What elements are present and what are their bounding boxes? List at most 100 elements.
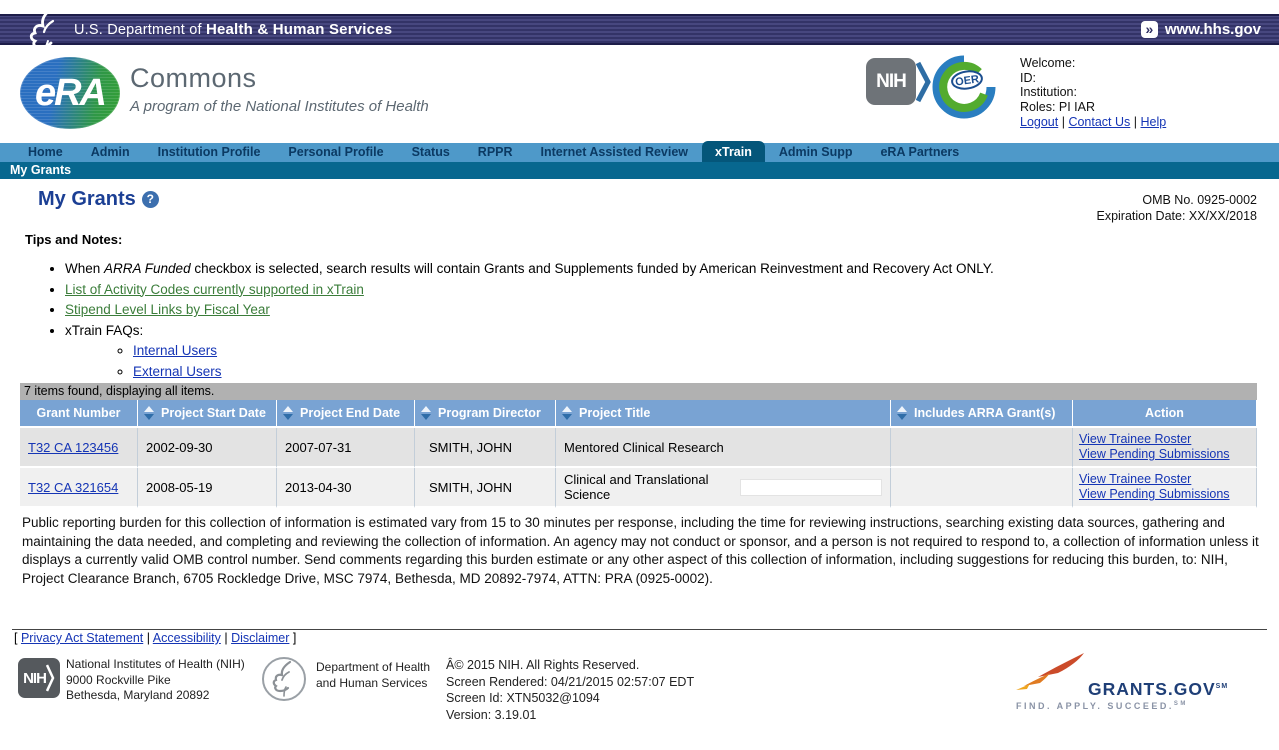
nih-footer-text: NIH bbox=[23, 669, 47, 687]
hhs-gov-link[interactable]: » www.hhs.gov bbox=[1140, 16, 1261, 43]
col-program-director[interactable]: Program Director bbox=[415, 400, 556, 428]
col-action: Action bbox=[1073, 400, 1257, 428]
footer-links: [ Privacy Act Statement | Accessibility … bbox=[14, 631, 296, 645]
col-includes-arra[interactable]: Includes ARRA Grant(s) bbox=[891, 400, 1073, 428]
sort-icon[interactable] bbox=[283, 406, 293, 420]
era-logo: eRA bbox=[20, 57, 120, 129]
nav-era-partners[interactable]: eRA Partners bbox=[866, 143, 973, 162]
tip-arra-post: checkbox is selected, search results wil… bbox=[190, 261, 994, 276]
burden-statement: Public reporting burden for this collect… bbox=[22, 515, 1259, 586]
nih-footer-chevron-icon bbox=[45, 664, 55, 692]
separator: | bbox=[1061, 115, 1065, 129]
nav-admin-supp[interactable]: Admin Supp bbox=[765, 143, 867, 162]
col-label: Grant Number bbox=[36, 406, 121, 420]
copyright: Â© 2015 NIH. All Rights Reserved. bbox=[446, 658, 640, 672]
commons-title: Commons bbox=[130, 63, 257, 93]
cell-director: SMITH, JOHN bbox=[415, 428, 556, 468]
tip-faqs: xTrain FAQs: Internal Users External Use… bbox=[65, 323, 1255, 381]
nav-admin[interactable]: Admin bbox=[77, 143, 144, 162]
tips-and-notes: Tips and Notes: When ARRA Funded checkbo… bbox=[25, 232, 1255, 384]
disclaimer-link[interactable]: Disclaimer bbox=[231, 631, 289, 645]
logout-link[interactable]: Logout bbox=[1020, 115, 1058, 129]
privacy-act-link[interactable]: Privacy Act Statement bbox=[21, 631, 143, 645]
results-summary: 7 items found, displaying all items. bbox=[20, 383, 1257, 400]
view-pending-submissions-link[interactable]: View Pending Submissions bbox=[1079, 487, 1230, 502]
version: Version: 3.19.01 bbox=[446, 707, 537, 722]
contact-us-link[interactable]: Contact Us bbox=[1068, 115, 1130, 129]
page-title: My Grants bbox=[38, 188, 136, 210]
nav-personal-profile[interactable]: Personal Profile bbox=[274, 143, 397, 162]
nav-internet-assisted-review[interactable]: Internet Assisted Review bbox=[527, 143, 703, 162]
separator: | bbox=[1133, 115, 1138, 129]
col-project-start-date[interactable]: Project Start Date bbox=[138, 400, 277, 428]
sort-icon[interactable] bbox=[897, 406, 907, 420]
service-mark: SM bbox=[1215, 683, 1229, 691]
nih-address: National Institutes of Health (NIH) 9000… bbox=[66, 657, 245, 704]
grants-gov-swoosh-icon bbox=[1016, 653, 1084, 690]
sort-icon[interactable] bbox=[421, 406, 431, 420]
col-label: Project Title bbox=[579, 406, 651, 420]
tagline-text: FIND. APPLY. SUCCEED. bbox=[1016, 701, 1174, 711]
view-trainee-roster-link[interactable]: View Trainee Roster bbox=[1079, 432, 1191, 447]
hhs-dept-label: Department of Health and Human Services bbox=[316, 660, 430, 691]
accessibility-link[interactable]: Accessibility bbox=[153, 631, 221, 645]
nav-xtrain-active[interactable]: xTrain bbox=[702, 141, 765, 162]
sort-icon[interactable] bbox=[144, 406, 154, 420]
nav-rppr[interactable]: RPPR bbox=[464, 143, 527, 162]
cell-arra bbox=[891, 428, 1073, 468]
sort-icon[interactable] bbox=[562, 406, 572, 420]
grants-gov-logo[interactable]: GRANTS.GOVSM FIND. APPLY. SUCCEED.SM bbox=[1012, 653, 1242, 717]
id-label: ID: bbox=[1020, 70, 1036, 85]
col-label: Includes ARRA Grant(s) bbox=[914, 406, 1056, 420]
grant-link[interactable]: T32 CA 321654 bbox=[28, 480, 118, 495]
omb-info: OMB No. 0925-0002 Expiration Date: XX/XX… bbox=[1096, 192, 1257, 224]
faq-label: xTrain FAQs: bbox=[65, 322, 144, 338]
nav-home[interactable]: Home bbox=[14, 143, 77, 162]
col-project-end-date[interactable]: Project End Date bbox=[277, 400, 415, 428]
help-icon[interactable]: ? bbox=[141, 191, 159, 208]
redacted-area bbox=[740, 478, 882, 496]
internal-users-link[interactable]: Internal Users bbox=[133, 343, 217, 358]
cell-action: View Trainee Roster View Pending Submiss… bbox=[1073, 468, 1257, 508]
nav-institution-profile[interactable]: Institution Profile bbox=[144, 143, 275, 162]
cell-start-date: 2008-05-19 bbox=[138, 468, 277, 508]
nav-status[interactable]: Status bbox=[398, 143, 464, 162]
external-users-link[interactable]: External Users bbox=[133, 364, 222, 379]
era-logo-text: eRA bbox=[34, 71, 107, 114]
title-row: My Grants? OMB No. 0925-0002 Expiration … bbox=[0, 188, 1279, 223]
tip-activity-codes: List of Activity Codes currently support… bbox=[65, 282, 1255, 299]
footer-divider bbox=[12, 629, 1267, 630]
hhs-url[interactable]: www.hhs.gov bbox=[1165, 21, 1261, 38]
footer: NIH National Institutes of Health (NIH) … bbox=[0, 653, 1279, 735]
service-mark: SM bbox=[1173, 701, 1188, 707]
separator: | bbox=[146, 631, 150, 645]
bracket: [ bbox=[14, 631, 18, 645]
activity-codes-link[interactable]: List of Activity Codes currently support… bbox=[65, 282, 364, 297]
faq-sublist: Internal Users External Users bbox=[133, 343, 1255, 380]
nih-logo-text: NIH bbox=[866, 58, 916, 105]
grant-link[interactable]: T32 CA 123456 bbox=[28, 440, 118, 455]
tips-list: When ARRA Funded checkbox is selected, s… bbox=[65, 261, 1255, 380]
dept-line: and Human Services bbox=[316, 675, 428, 690]
subnav-my-grants[interactable]: My Grants bbox=[0, 162, 1279, 179]
institution-label: Institution: bbox=[1020, 85, 1077, 99]
bracket: ] bbox=[292, 631, 297, 645]
screen-rendered: Screen Rendered: 04/21/2015 02:57:07 EDT bbox=[446, 674, 695, 689]
omb-expiration: Expiration Date: XX/XX/2018 bbox=[1096, 209, 1257, 223]
col-project-title[interactable]: Project Title bbox=[556, 400, 891, 428]
cell-start-date: 2002-09-30 bbox=[138, 428, 277, 468]
faq-external: External Users bbox=[133, 364, 1255, 381]
col-label: Project End Date bbox=[300, 406, 401, 420]
nih-address-line: 9000 Rockville Pike bbox=[66, 672, 171, 687]
help-link[interactable]: Help bbox=[1141, 115, 1167, 129]
cell-grant-number: T32 CA 123456 bbox=[20, 428, 138, 468]
chevrons-icon: » bbox=[1140, 21, 1158, 38]
nih-address-line: Bethesda, Maryland 20892 bbox=[66, 688, 210, 702]
stipend-levels-link[interactable]: Stipend Level Links by Fiscal Year bbox=[65, 302, 270, 317]
cell-action: View Trainee Roster View Pending Submiss… bbox=[1073, 428, 1257, 468]
footer-info: Â© 2015 NIH. All Rights Reserved. Screen… bbox=[446, 657, 694, 723]
view-pending-submissions-link[interactable]: View Pending Submissions bbox=[1079, 447, 1230, 462]
view-trainee-roster-link[interactable]: View Trainee Roster bbox=[1079, 472, 1191, 487]
cell-end-date: 2013-04-30 bbox=[277, 468, 415, 508]
user-links: Logout | Contact Us | Help bbox=[1020, 115, 1166, 130]
